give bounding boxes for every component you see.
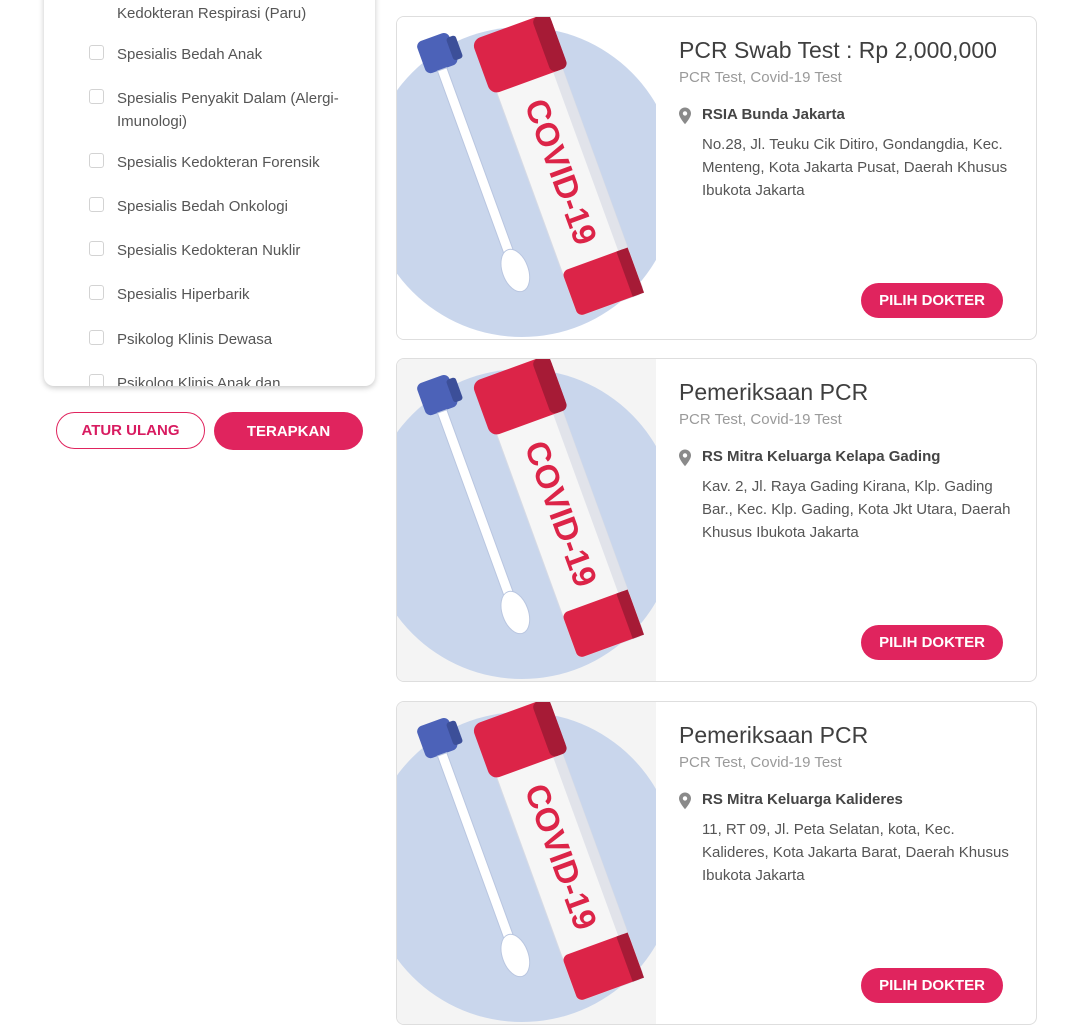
covid-test-thumbnail: COVID-19	[397, 702, 656, 1024]
card-category: PCR Test, Covid-19 Test	[679, 754, 842, 771]
covid-test-illustration: COVID-19	[397, 702, 656, 1022]
card-title: Pemeriksaan PCR	[679, 722, 869, 748]
reset-filter-button[interactable]: ATUR ULANG	[56, 412, 205, 449]
checkbox-icon[interactable]	[89, 197, 104, 212]
map-pin-icon	[679, 449, 691, 467]
covid-test-thumbnail: COVID-19	[397, 17, 656, 339]
choose-doctor-button[interactable]: PILIH DOKTER	[861, 968, 1003, 1003]
map-pin-icon	[679, 107, 691, 125]
result-card: COVID-19 Pemeriksaan PCR PCR Test, Covid…	[396, 701, 1037, 1025]
checkbox-icon[interactable]	[89, 330, 104, 345]
checkbox-icon[interactable]	[89, 45, 104, 60]
checkbox-icon[interactable]	[89, 285, 104, 300]
checkbox-icon[interactable]	[89, 374, 104, 386]
covid-test-illustration: COVID-19	[397, 359, 656, 679]
result-card: COVID-19 Pemeriksaan PCR PCR Test, Covid…	[396, 358, 1037, 682]
hospital-address: No.28, Jl. Teuku Cik Ditiro, Gondangdia,…	[702, 136, 1008, 199]
filter-option-label: Spesialis Hiperbarik	[117, 286, 250, 303]
hospital-address: Kav. 2, Jl. Raya Gading Kirana, Klp. Gad…	[702, 478, 1011, 541]
map-pin-icon	[679, 792, 691, 810]
checkbox-icon[interactable]	[89, 89, 104, 104]
apply-filter-button[interactable]: TERAPKAN	[214, 412, 363, 450]
choose-doctor-button[interactable]: PILIH DOKTER	[861, 283, 1003, 318]
filter-option-label: Spesialis Penyakit Dalam (Alergi-Imunolo…	[117, 90, 339, 130]
checkbox-icon[interactable]	[89, 241, 104, 256]
filter-option-label: Spesialis Kedokteran Nuklir	[117, 242, 301, 259]
card-title: PCR Swab Test : Rp 2,000,000	[679, 37, 997, 63]
filter-option-label: Psikolog Klinis Dewasa	[117, 331, 273, 348]
hospital-name: RS Mitra Keluarga Kalideres	[702, 791, 903, 808]
filter-option-label: Spesialis Kedokteran Forensik	[117, 154, 320, 171]
filter-option-label: Spesialis Bedah Anak	[117, 46, 263, 63]
specialty-filter-panel: Kedokteran Respirasi (Paru) Spesialis Be…	[44, 0, 375, 386]
covid-test-thumbnail: COVID-19	[397, 359, 656, 681]
filter-option-label: Kedokteran Respirasi (Paru)	[117, 5, 307, 22]
hospital-name: RS Mitra Keluarga Kelapa Gading	[702, 448, 941, 465]
card-title: Pemeriksaan PCR	[679, 379, 869, 405]
hospital-name: RSIA Bunda Jakarta	[702, 106, 845, 123]
card-category: PCR Test, Covid-19 Test	[679, 69, 842, 86]
filter-option-label: Psikolog Klinis Anak dan	[117, 375, 281, 386]
covid-test-illustration: COVID-19	[397, 17, 656, 337]
checkbox-icon[interactable]	[89, 153, 104, 168]
filter-option-label: Spesialis Bedah Onkologi	[117, 198, 288, 215]
result-card: COVID-19 PCR Swab Test : Rp 2,000,000 PC…	[396, 16, 1037, 340]
card-category: PCR Test, Covid-19 Test	[679, 411, 842, 428]
hospital-address: 11, RT 09, Jl. Peta Selatan, kota, Kec. …	[702, 821, 1009, 884]
choose-doctor-button[interactable]: PILIH DOKTER	[861, 625, 1003, 660]
